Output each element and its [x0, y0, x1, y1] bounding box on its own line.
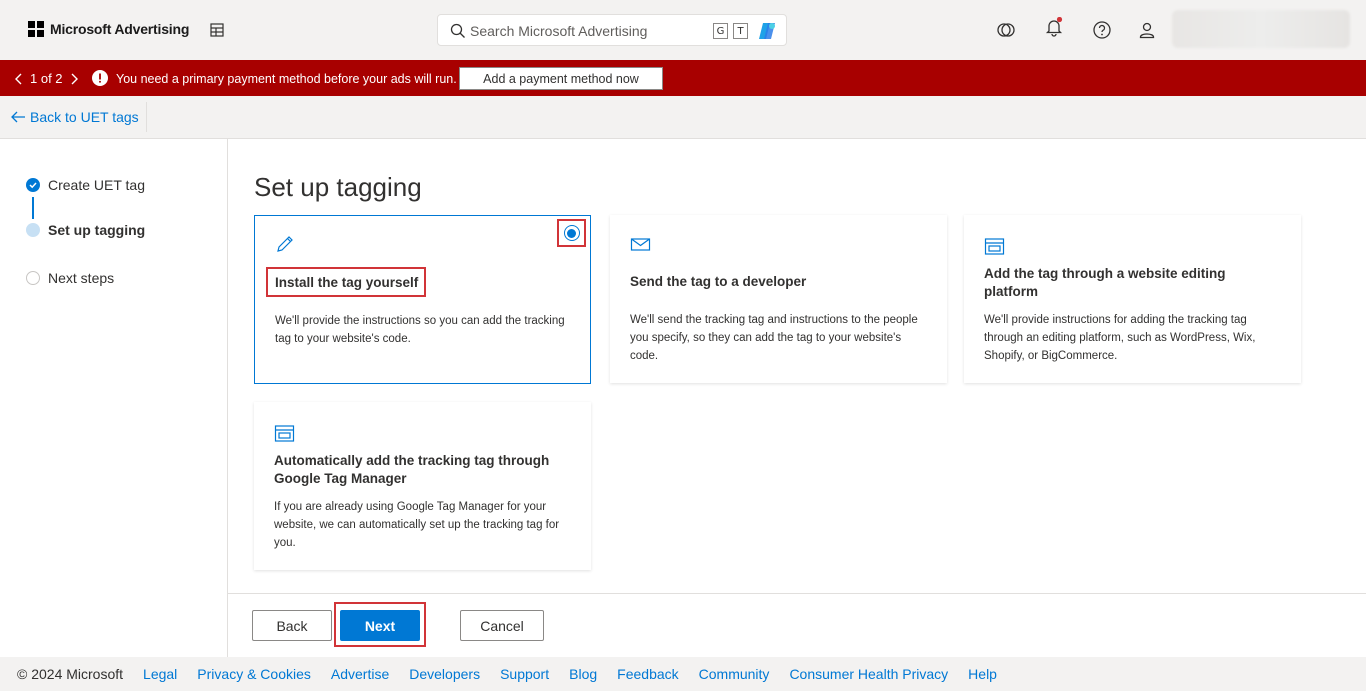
option-description: If you are already using Google Tag Mana…	[274, 501, 560, 549]
footer-link-legal[interactable]: Legal	[143, 666, 177, 682]
footer-link-consumer-health-privacy[interactable]: Consumer Health Privacy	[789, 666, 948, 682]
option-card-send-to-developer[interactable]: Send the tag to a developer We'll send t…	[610, 215, 947, 383]
step-current-icon	[26, 223, 40, 237]
option-title: Add the tag through a website editing pl…	[984, 266, 1226, 299]
search-box[interactable]: G T	[437, 14, 787, 46]
microsoft-advertising-logo[interactable]: Microsoft Advertising	[28, 21, 189, 37]
title-highlight-box	[266, 267, 426, 297]
pencil-icon	[277, 236, 293, 252]
arrow-left-icon	[11, 111, 25, 123]
step-label: Create UET tag	[48, 177, 146, 193]
banner-page-count: 1 of 2	[30, 71, 63, 86]
next-button[interactable]: Next	[340, 610, 420, 641]
step-pending-icon	[26, 271, 40, 285]
copilot-icon[interactable]	[756, 20, 778, 42]
payment-warning-banner: 1 of 2 You need a primary payment method…	[0, 60, 1366, 96]
footer-link-privacy[interactable]: Privacy & Cookies	[197, 666, 311, 682]
divider	[228, 593, 1366, 594]
banner-message: You need a primary payment method before…	[116, 72, 457, 86]
switch-account-icon[interactable]	[996, 20, 1016, 40]
footer-link-feedback[interactable]: Feedback	[617, 666, 678, 682]
add-payment-method-button[interactable]: Add a payment method now	[459, 67, 663, 90]
back-to-uet-tags-link[interactable]: Back to UET tags	[10, 109, 139, 125]
option-title: Automatically add the tracking tag throu…	[274, 453, 550, 486]
page-footer: © 2024 Microsoft Legal Privacy & Cookies…	[0, 657, 1366, 691]
browser-icon	[984, 238, 1005, 255]
step-done-icon	[26, 178, 40, 192]
option-card-website-platform[interactable]: Add the tag through a website editing pl…	[964, 215, 1301, 383]
chevron-left-icon[interactable]	[14, 72, 24, 86]
option-description: We'll provide instructions for adding th…	[984, 314, 1256, 362]
search-icon	[450, 23, 465, 38]
wizard-steps: Create UET tag Set up tagging Next steps	[0, 139, 228, 657]
footer-link-developers[interactable]: Developers	[409, 666, 480, 682]
app-name: Microsoft Advertising	[50, 21, 190, 37]
footer-link-community[interactable]: Community	[699, 666, 770, 682]
divider	[146, 102, 147, 132]
top-bar: Microsoft Advertising G T	[0, 0, 1366, 60]
footer-link-advertise[interactable]: Advertise	[331, 666, 389, 682]
step-label: Set up tagging	[48, 222, 146, 238]
account-icon[interactable]	[1137, 20, 1157, 40]
mail-icon	[630, 238, 651, 251]
option-card-google-tag-manager[interactable]: Automatically add the tracking tag throu…	[254, 402, 591, 570]
account-name-blurred[interactable]	[1172, 10, 1350, 48]
notification-bell-icon[interactable]	[1044, 17, 1064, 37]
step-set-up-tagging: Set up tagging	[26, 222, 145, 238]
step-label: Next steps	[48, 270, 115, 286]
footer-link-blog[interactable]: Blog	[569, 666, 597, 682]
microsoft-logo-icon	[28, 21, 44, 37]
step-create-uet-tag: Create UET tag	[26, 177, 145, 193]
option-radio-selected[interactable]	[557, 219, 586, 247]
footer-link-support[interactable]: Support	[500, 666, 549, 682]
step-next-steps: Next steps	[26, 270, 114, 286]
alert-icon	[92, 70, 108, 86]
help-icon[interactable]	[1092, 20, 1112, 40]
page-title: Set up tagging	[254, 172, 422, 202]
back-link-label: Back to UET tags	[30, 109, 139, 125]
chevron-right-icon[interactable]	[69, 72, 79, 86]
option-description: We'll provide the instructions so you ca…	[275, 315, 565, 345]
shortcut-key-g: G	[713, 23, 728, 39]
option-title: Send the tag to a developer	[630, 274, 807, 289]
main-content: Create UET tag Set up tagging Next steps…	[0, 139, 1366, 657]
browser-icon	[274, 425, 295, 442]
back-button[interactable]: Back	[252, 610, 332, 641]
option-description: We'll send the tracking tag and instruct…	[630, 314, 918, 362]
sub-navigation-bar: Back to UET tags	[0, 96, 1366, 139]
footer-link-help[interactable]: Help	[968, 666, 997, 682]
copyright: © 2024 Microsoft	[17, 666, 124, 682]
option-card-install-yourself[interactable]: Install the tag yourself We'll provide t…	[254, 215, 591, 384]
step-connector	[32, 197, 34, 219]
app-grid-icon[interactable]	[209, 22, 225, 38]
cancel-button[interactable]: Cancel	[460, 610, 544, 641]
shortcut-key-t: T	[733, 23, 748, 39]
search-input[interactable]	[470, 21, 700, 41]
banner-pager: 1 of 2	[14, 71, 79, 86]
